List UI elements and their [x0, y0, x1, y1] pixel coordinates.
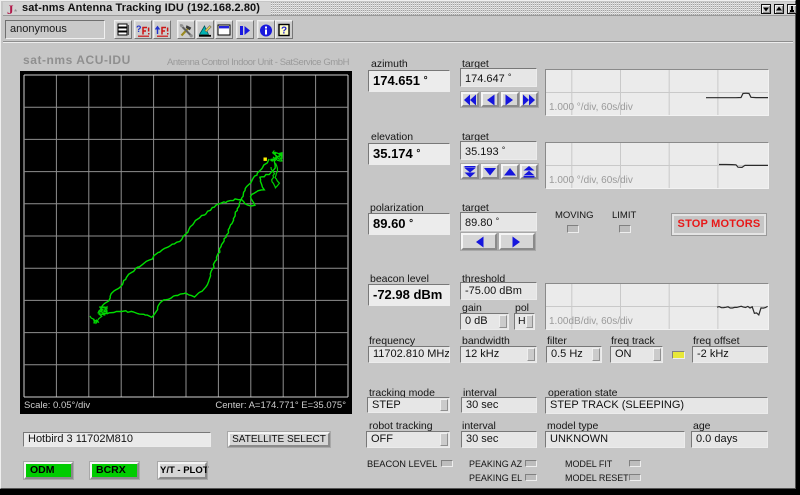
svg-text:?: ?	[281, 26, 287, 37]
svg-text:J: J	[7, 3, 14, 16]
svg-text:*: *	[14, 8, 17, 16]
svg-text:?: ?	[136, 24, 142, 34]
